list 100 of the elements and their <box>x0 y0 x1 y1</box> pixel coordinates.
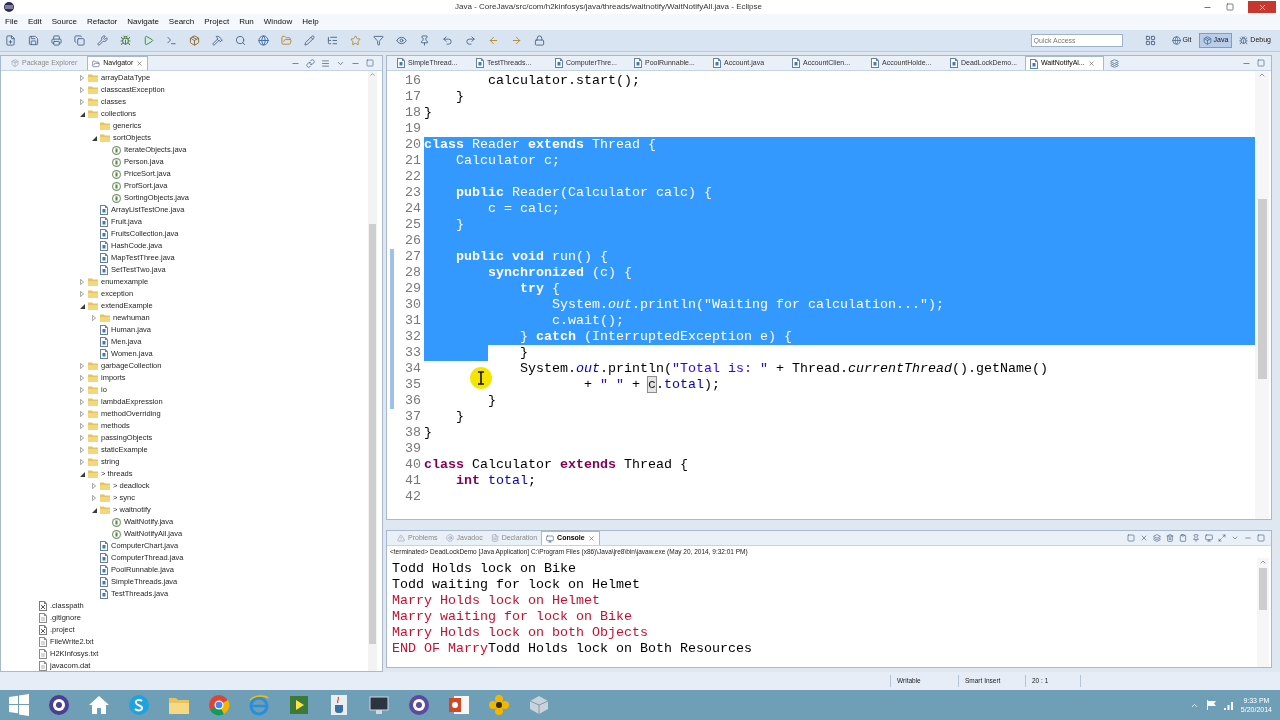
maximize-icon[interactable] <box>1257 59 1265 67</box>
menu-item[interactable]: Run <box>239 16 254 28</box>
bug-icon[interactable] <box>1239 36 1249 45</box>
package-icon[interactable] <box>189 35 200 46</box>
eye-icon[interactable] <box>396 35 407 46</box>
at-sign-icon[interactable] <box>445 534 454 542</box>
scrollbar[interactable] <box>368 71 377 671</box>
globe-icon[interactable] <box>1171 36 1181 45</box>
caret-right-icon[interactable] <box>80 363 84 369</box>
caret-right-icon[interactable] <box>80 75 84 81</box>
caret-down-icon[interactable] <box>79 471 85 477</box>
caret-down-icon[interactable] <box>91 135 97 141</box>
layers-icon[interactable] <box>1153 534 1161 542</box>
clipboard-icon[interactable] <box>1179 534 1187 542</box>
folder-open-icon[interactable] <box>281 35 292 46</box>
caret-right-icon[interactable] <box>80 459 84 465</box>
wrench-icon[interactable] <box>97 35 108 46</box>
caret-down-icon[interactable] <box>79 111 85 117</box>
close-button[interactable] <box>1248 1 1276 13</box>
flower-icon[interactable] <box>488 694 510 716</box>
menu-item[interactable]: Edit <box>27 16 42 28</box>
scrollbar[interactable] <box>1255 71 1269 519</box>
menu-item[interactable]: Navigate <box>127 16 159 28</box>
monitor-icon[interactable] <box>368 694 390 716</box>
close-icon[interactable] <box>1257 2 1267 12</box>
pin-icon[interactable] <box>1192 534 1200 542</box>
square-icon[interactable] <box>1127 534 1135 542</box>
close-icon[interactable] <box>1087 60 1095 67</box>
menu-item[interactable]: Search <box>168 16 195 28</box>
caret-right-icon[interactable] <box>80 399 84 405</box>
windows-logo-icon[interactable] <box>8 694 30 716</box>
arrow-left-icon[interactable] <box>488 35 499 46</box>
scroll-up-icon[interactable] <box>369 71 376 78</box>
maximize-icon[interactable] <box>1226 3 1234 11</box>
copy-icon[interactable] <box>74 35 85 46</box>
close-icon[interactable] <box>1140 534 1148 542</box>
caret-right-icon[interactable] <box>80 87 84 93</box>
expand-icon[interactable] <box>1218 534 1226 542</box>
caret-right-icon[interactable] <box>80 99 84 105</box>
caret-right-icon[interactable] <box>80 435 84 441</box>
play-icon[interactable] <box>288 694 310 716</box>
search-icon[interactable] <box>235 35 246 46</box>
caret-right-icon[interactable] <box>92 495 96 501</box>
lock-icon[interactable] <box>534 35 545 46</box>
ring-icon[interactable] <box>248 694 270 716</box>
bug-icon[interactable] <box>120 35 131 46</box>
caret-down-icon[interactable] <box>79 303 85 309</box>
globe-icon[interactable] <box>258 35 269 46</box>
menu-item[interactable]: Help <box>302 16 319 28</box>
star-icon[interactable] <box>350 35 361 46</box>
scroll-up-icon[interactable] <box>1258 71 1266 79</box>
maximize-icon[interactable] <box>366 59 374 67</box>
filter-icon[interactable] <box>373 35 384 46</box>
folder-open-icon[interactable] <box>92 59 101 68</box>
target-icon[interactable] <box>408 694 430 716</box>
menu-item[interactable]: Refactor <box>87 16 118 28</box>
warning-icon[interactable] <box>397 534 405 542</box>
caret-right-icon[interactable] <box>80 447 84 453</box>
tab-list-icon[interactable] <box>1110 58 1119 68</box>
pin-icon[interactable] <box>419 35 430 46</box>
menu-item[interactable]: Source <box>51 16 78 28</box>
new-file-icon[interactable] <box>5 35 16 46</box>
caret-right-icon[interactable] <box>80 411 84 417</box>
tree-list-icon[interactable] <box>327 35 338 46</box>
terminal-icon[interactable] <box>166 35 177 46</box>
close-icon[interactable] <box>587 535 595 542</box>
hammer-icon[interactable] <box>212 35 223 46</box>
arrow-right-icon[interactable] <box>511 35 522 46</box>
caret-right-icon[interactable] <box>80 375 84 381</box>
caret-right-icon[interactable] <box>80 291 84 297</box>
flag-icon[interactable] <box>1206 700 1216 710</box>
caret-right-icon[interactable] <box>92 483 96 489</box>
printer-icon[interactable] <box>51 35 62 46</box>
pencil-icon[interactable] <box>304 35 315 46</box>
disc-icon[interactable] <box>128 694 150 716</box>
wheel-icon[interactable] <box>208 694 230 716</box>
scrollbar[interactable] <box>1257 558 1269 667</box>
redo-icon[interactable] <box>465 35 476 46</box>
grid-icon[interactable] <box>1144 35 1156 46</box>
menu-item[interactable]: File <box>5 16 18 28</box>
caret-right-icon[interactable] <box>80 423 84 429</box>
package-icon[interactable] <box>11 59 19 67</box>
caret-down-icon[interactable] <box>91 507 97 513</box>
house-icon[interactable] <box>88 694 110 716</box>
package-icon[interactable] <box>1202 36 1212 45</box>
link-icon[interactable] <box>306 58 315 68</box>
menu-item[interactable]: Project <box>204 16 230 28</box>
play-icon[interactable] <box>143 35 154 46</box>
target-icon[interactable] <box>48 694 70 716</box>
caret-right-icon[interactable] <box>80 387 84 393</box>
cup-icon[interactable] <box>328 694 350 716</box>
menu-icon[interactable] <box>321 58 330 68</box>
caret-right-icon[interactable] <box>80 279 84 285</box>
cube-icon[interactable] <box>528 694 550 716</box>
undo-icon[interactable] <box>442 35 453 46</box>
trash-icon[interactable] <box>1166 534 1174 542</box>
slide-icon[interactable] <box>448 694 470 716</box>
signal-bars-icon[interactable] <box>1223 700 1233 710</box>
save-icon[interactable] <box>28 35 39 46</box>
maximize-icon[interactable] <box>1257 534 1265 542</box>
